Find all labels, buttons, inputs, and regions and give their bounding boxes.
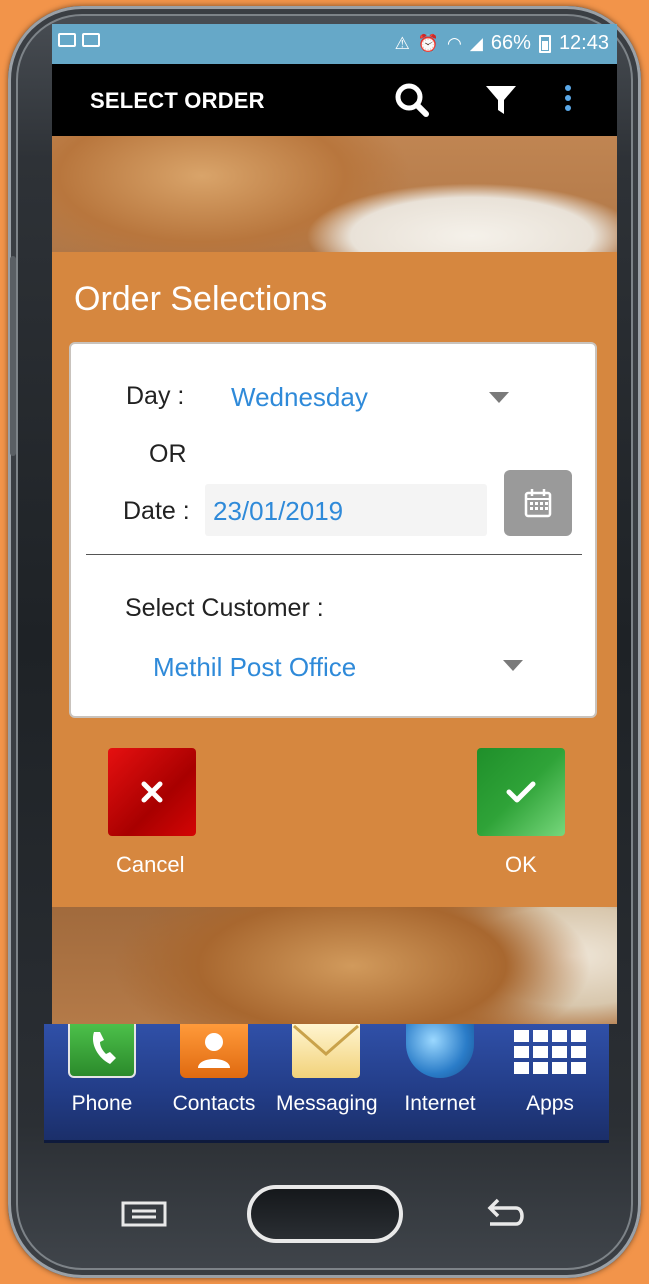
clock: 12:43 — [558, 32, 609, 54]
contacts-icon — [180, 1024, 248, 1078]
dock-label: Internet — [404, 1092, 476, 1115]
customer-label: Select Customer : — [125, 594, 324, 622]
calendar-button[interactable] — [504, 470, 572, 536]
ok-button[interactable] — [477, 748, 565, 836]
close-icon — [141, 781, 163, 803]
activity-notification-icon — [82, 33, 100, 47]
checkmark-icon — [506, 781, 536, 803]
dock-item-contacts[interactable]: Contacts — [164, 1024, 264, 1115]
more-options-icon[interactable] — [552, 82, 582, 118]
back-key[interactable] — [482, 1196, 530, 1232]
home-dock: Phone Contacts Messaging Internet Apps — [44, 1024, 609, 1143]
dock-item-internet[interactable]: Internet — [390, 1024, 490, 1115]
page-title: SELECT ORDER — [90, 88, 265, 113]
wifi-icon: ◠ — [446, 33, 462, 53]
calendar-icon — [524, 489, 552, 518]
gallery-notification-icon — [58, 33, 76, 47]
dialog-title: Order Selections — [74, 280, 328, 318]
day-value: Wednesday — [231, 382, 368, 412]
or-label: OR — [149, 440, 187, 468]
phone-icon — [68, 1024, 136, 1078]
messaging-icon — [292, 1024, 360, 1078]
day-label: Day : — [126, 382, 185, 410]
customer-dropdown-arrow-icon — [503, 660, 523, 671]
customer-dropdown[interactable]: Methil Post Office — [141, 640, 541, 696]
apps-icon — [514, 1024, 586, 1078]
dock-label: Phone — [71, 1092, 133, 1115]
menu-icon — [121, 1201, 167, 1227]
battery-percent: 66% — [490, 32, 531, 54]
day-dropdown[interactable]: Wednesday — [221, 368, 521, 424]
cancel-label: Cancel — [116, 852, 185, 877]
internet-icon — [406, 1024, 474, 1078]
date-label: Date : — [123, 497, 190, 525]
back-icon — [487, 1198, 524, 1226]
screen: ⚠ ⏰ ◠ ◢ 66% 12:43 SELECT ORDER Order Sel… — [52, 24, 617, 1024]
search-icon[interactable] — [392, 82, 432, 118]
dock-label: Messaging — [276, 1092, 378, 1115]
day-dropdown-arrow-icon — [489, 392, 509, 403]
divider — [86, 554, 582, 555]
battery-icon — [538, 34, 551, 53]
dock-label: Contacts — [172, 1092, 256, 1115]
date-input[interactable]: 23/01/2019 — [205, 484, 487, 536]
status-bar: ⚠ ⏰ ◠ ◢ 66% 12:43 — [52, 24, 617, 64]
customer-value: Methil Post Office — [153, 652, 357, 682]
signal-icon: ◢ — [469, 33, 483, 53]
ok-label: OK — [505, 852, 537, 877]
volume-button[interactable] — [10, 256, 16, 456]
dock-item-apps[interactable]: Apps — [500, 1024, 600, 1115]
dock-item-messaging[interactable]: Messaging — [276, 1024, 378, 1115]
dock-label: Apps — [526, 1092, 574, 1115]
menu-key[interactable] — [120, 1200, 168, 1228]
alarm-icon: ⏰ — [417, 33, 439, 53]
warning-icon: ⚠ — [394, 33, 410, 53]
app-toolbar: SELECT ORDER — [52, 64, 617, 136]
date-value: 23/01/2019 — [213, 496, 344, 526]
home-button[interactable] — [247, 1185, 403, 1243]
order-selections-dialog: Order Selections Day : Wednesday OR Date… — [52, 252, 617, 907]
selection-card: Day : Wednesday OR Date : 23/01/2019 Sel… — [69, 342, 597, 718]
dock-item-phone[interactable]: Phone — [52, 1024, 152, 1115]
filter-icon[interactable] — [482, 82, 522, 118]
cancel-button[interactable] — [108, 748, 196, 836]
